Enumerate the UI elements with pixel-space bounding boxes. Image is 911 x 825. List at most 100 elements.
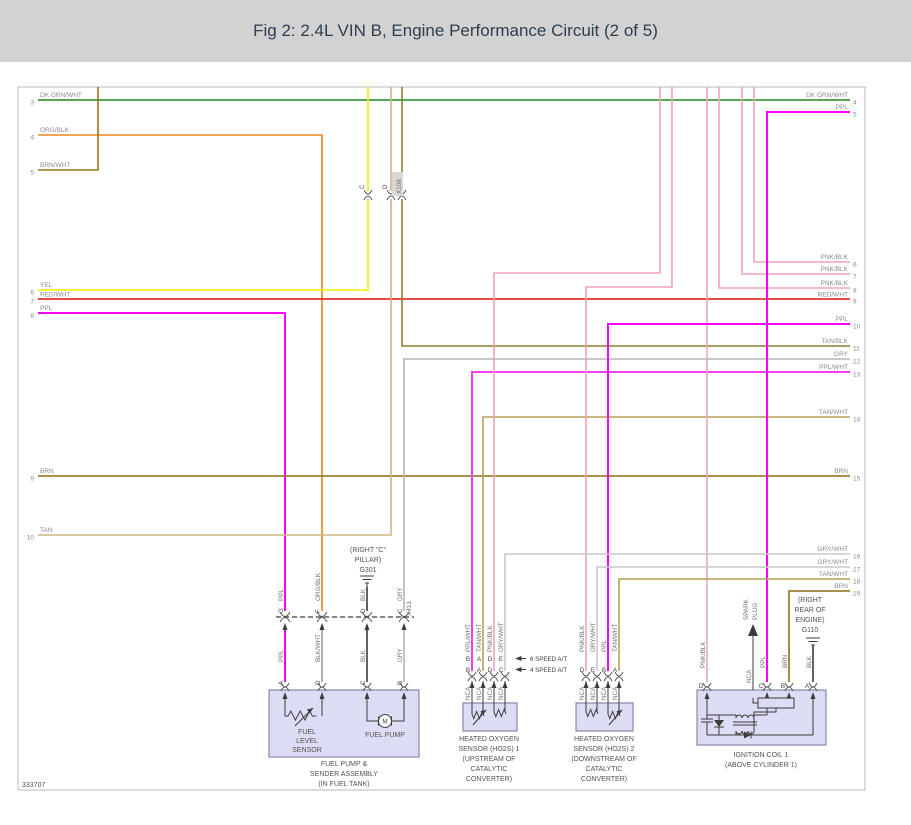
right-pin-number: 4 <box>853 100 857 107</box>
g301-location: (RIGHT "C" <box>350 547 386 554</box>
nca-label: NCA <box>465 686 472 700</box>
x413-labels: PPL G ORG/BLK F BLK D GRY C X413 PPL A B… <box>278 572 413 685</box>
wire-color-label: PPL/WHT <box>465 624 472 652</box>
wire-pnk-blk-ho2s2 <box>585 87 673 671</box>
g110-ground-icon <box>806 637 820 647</box>
pin-letter: A <box>477 667 482 674</box>
spark-plug-label: PLUG <box>752 603 759 620</box>
nca-label: NCA <box>487 686 494 700</box>
right-pin-number: 11 <box>853 346 860 353</box>
ho2s2-caption: HEATED OXYGEN <box>574 736 634 743</box>
left-wire-label: BRN/WHT <box>40 162 70 169</box>
right-pin-number: 12 <box>853 359 861 366</box>
wire-yel <box>38 87 369 291</box>
g301-label: (RIGHT "C" PILLAR) G301 <box>350 547 386 574</box>
right-pin-number: 15 <box>853 476 861 483</box>
wire-color-label: GRY/WHT <box>590 622 597 652</box>
nca-label: NCA <box>746 669 753 683</box>
wiring-diagram-page: Fig 2: 2.4L VIN B, Engine Performance Ci… <box>0 0 911 825</box>
pin-letter: E <box>499 656 503 663</box>
left-pin-number: 9 <box>30 476 34 483</box>
wire-color-label: BLK <box>806 655 813 668</box>
g301-ground-icon <box>360 575 374 587</box>
wire-pnk-blk-ho2s1 <box>493 87 661 671</box>
g301-name: G301 <box>359 567 376 574</box>
pin-letter: D <box>488 667 493 674</box>
wiring-diagram-canvas: 3 DK GRN/WHT 4 ORG/BLK 5 BRN/WHT 6 YEL 7… <box>17 86 866 791</box>
pin-letter: C <box>759 683 764 690</box>
wire-brn-19 <box>788 590 850 682</box>
g110-location: REAR OF <box>794 607 825 614</box>
g110-label: (RIGHT REAR OF ENGINE) G110 <box>794 597 825 634</box>
fuel-pump-caption: SENDER ASSEMBLY <box>310 771 378 778</box>
right-pin-number: 9 <box>853 299 857 306</box>
wire-color-label: BLK <box>360 588 367 601</box>
ho2s2-caption: CATALYTIC <box>586 766 623 773</box>
six-speed-note: 6 SPEED A/T <box>530 656 567 663</box>
right-pin-number: 19 <box>853 591 861 598</box>
right-wire-label: PPL <box>836 104 849 111</box>
wire-color-label: PPL <box>278 589 285 601</box>
pin-letter: B <box>397 681 404 685</box>
pin-letter: D <box>699 683 704 690</box>
right-pin-number: 18 <box>853 579 861 586</box>
pin-letter: A <box>278 680 285 685</box>
pin-letter: E <box>591 667 595 674</box>
nca-label: NCA <box>498 686 505 700</box>
right-wire-label: TAN/WHT <box>819 409 848 416</box>
left-pin-number: 4 <box>30 135 34 142</box>
fuel-level-sensor-label: SENSOR <box>292 747 322 754</box>
pin-letter: G <box>278 608 285 613</box>
right-wire-label: BRN <box>834 583 848 590</box>
pin-letter: B <box>466 656 470 663</box>
right-wire-label: RED/WHT <box>818 292 848 299</box>
left-wire-label: DK GRN/WHT <box>40 92 82 99</box>
right-pin-number: 8 <box>853 288 857 295</box>
left-wire-label: RED/WHT <box>40 292 70 299</box>
wire-color-label: BLK/WHT <box>315 634 322 662</box>
left-pin-number: 5 <box>30 170 34 177</box>
wire-pnk-blk-6 <box>753 87 850 263</box>
fuel-level-sensor-label: LEVEL <box>296 738 318 745</box>
x413-name: X413 <box>406 601 413 616</box>
wire-color-label: TAN/WHT <box>612 624 619 652</box>
wire-color-label: PPL <box>601 640 608 652</box>
g110-location: ENGINE) <box>795 617 824 624</box>
nca-label: NCA <box>476 686 483 700</box>
left-rail: 3 DK GRN/WHT 4 ORG/BLK 5 BRN/WHT 6 YEL 7… <box>27 92 82 542</box>
ho2s1-caption: CATALYTIC <box>471 766 508 773</box>
right-wire-label: TAN/WHT <box>819 571 848 578</box>
wire-pnk-blk-7 <box>741 87 850 275</box>
right-pin-number: 16 <box>853 554 861 561</box>
right-wire-label: PPL <box>836 316 849 323</box>
pin-letter: B <box>602 667 606 674</box>
pin-letter: D <box>580 667 585 674</box>
pin-letter: F <box>315 609 322 613</box>
wire-color-label: BLK <box>360 649 367 662</box>
right-wire-label: GRY/WHT <box>817 546 848 553</box>
left-wire-label: TAN <box>40 527 53 534</box>
right-pin-number: 13 <box>853 372 861 379</box>
pin-letter: D <box>488 656 493 663</box>
wire-color-label: GRY <box>397 648 404 662</box>
pin-letter: C <box>397 608 404 613</box>
right-pin-number: 7 <box>853 274 857 281</box>
ho2s2-caption: CONVERTER) <box>581 776 627 783</box>
doc-number: 333707 <box>22 782 45 789</box>
right-wire-label: PPL/WHT <box>819 364 848 371</box>
g110-location: (RIGHT <box>798 597 823 604</box>
wire-color-label: PNK/BLK <box>487 625 494 652</box>
nca-label: NCA <box>612 686 619 700</box>
ho2s1-caption: HEATED OXYGEN <box>459 736 519 743</box>
ho2s1-caption: (UPSTREAM OF <box>463 756 516 763</box>
nca-label: NCA <box>590 686 597 700</box>
x413-connector-terminals <box>279 611 410 630</box>
g110-name: G110 <box>802 627 819 634</box>
right-wire-label: PNK/BLK <box>821 280 849 287</box>
wire-color-label: PNK/BLK <box>700 641 707 668</box>
wire-color-label: ORG/BLK <box>315 572 322 601</box>
right-pin-number: 5 <box>853 112 857 119</box>
pin-letter: A <box>613 667 618 674</box>
ho2s2-box <box>575 702 634 732</box>
spark-plug-label: SPARK <box>743 598 750 620</box>
